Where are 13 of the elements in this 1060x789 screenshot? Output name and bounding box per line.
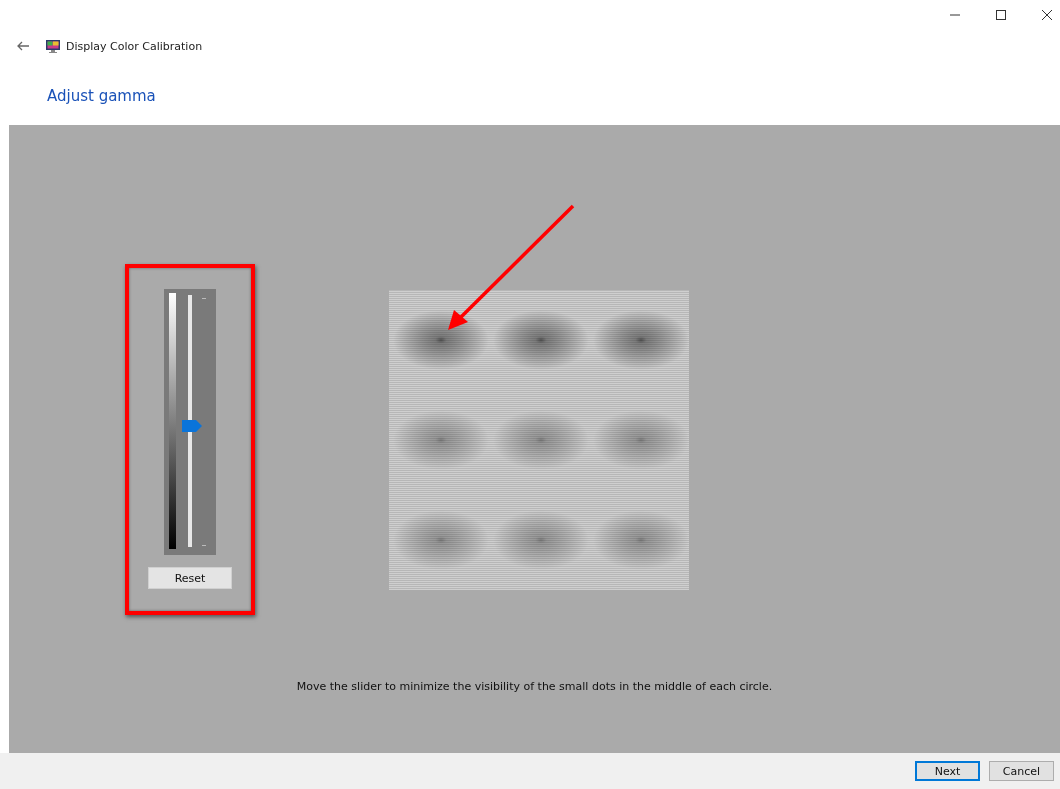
cancel-button[interactable]: Cancel bbox=[989, 761, 1054, 781]
instruction-text: Move the slider to minimize the visibility of the small dots in the middle of each circle. bbox=[295, 680, 774, 693]
maximize-icon[interactable] bbox=[996, 10, 1006, 20]
back-arrow-icon[interactable] bbox=[17, 41, 29, 51]
next-button[interactable]: Next bbox=[915, 761, 980, 781]
close-icon[interactable] bbox=[1042, 10, 1052, 20]
tick-mark bbox=[202, 545, 206, 546]
window-title: Display Color Calibration bbox=[66, 39, 203, 53]
page-heading: Adjust gamma bbox=[47, 86, 157, 107]
tick-mark bbox=[202, 298, 206, 299]
slider-thumb[interactable] bbox=[182, 420, 202, 433]
reset-button[interactable]: Reset bbox=[148, 567, 232, 589]
monitor-icon bbox=[46, 39, 60, 53]
